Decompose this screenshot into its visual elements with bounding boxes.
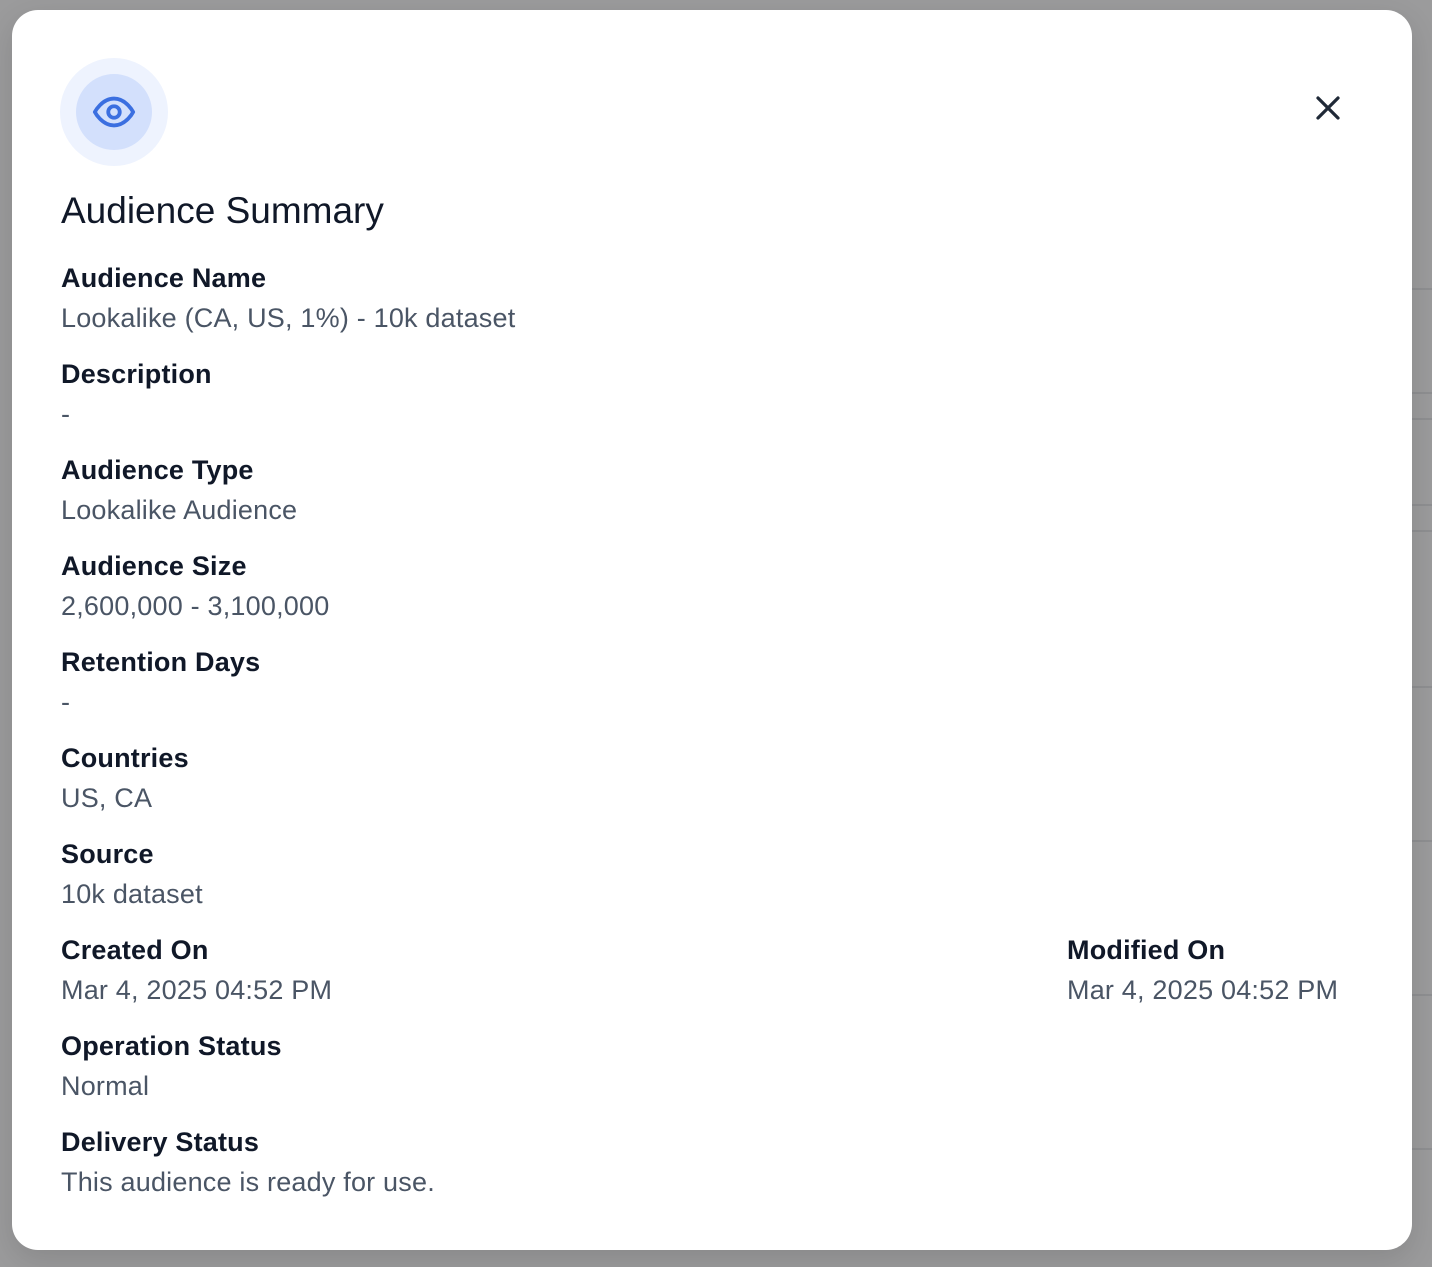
bg-divider xyxy=(1412,1148,1432,1150)
field-label: Description xyxy=(61,359,212,389)
field-retention-days: Retention Days - xyxy=(61,646,260,718)
bg-divider xyxy=(1412,686,1432,688)
field-value: US, CA xyxy=(61,783,153,813)
field-label: Audience Name xyxy=(61,263,267,293)
field-value: - xyxy=(61,687,71,717)
field-audience-size: Audience Size 2,600,000 - 3,100,000 xyxy=(61,550,329,622)
field-label: Delivery Status xyxy=(61,1127,260,1157)
bg-divider xyxy=(1412,994,1432,996)
field-value: - xyxy=(61,399,71,429)
close-button[interactable] xyxy=(1308,88,1348,128)
audience-summary-modal: Audience Summary Audience Name Lookalike… xyxy=(12,10,1412,1250)
field-label: Source xyxy=(61,839,154,869)
field-value: Normal xyxy=(61,1071,150,1101)
field-delivery-status: Delivery Status This audience is ready f… xyxy=(61,1126,435,1198)
field-label: Audience Size xyxy=(61,551,247,581)
field-created-on: Created On Mar 4, 2025 04:52 PM xyxy=(61,934,332,1006)
field-operation-status: Operation Status Normal xyxy=(61,1030,282,1102)
eye-icon xyxy=(92,96,136,128)
field-value: Lookalike Audience xyxy=(61,495,298,525)
field-source: Source 10k dataset xyxy=(61,838,203,910)
field-audience-type: Audience Type Lookalike Audience xyxy=(61,454,297,526)
field-value: Mar 4, 2025 04:52 PM xyxy=(1067,975,1339,1005)
bg-divider xyxy=(1412,530,1432,532)
field-label: Modified On xyxy=(1067,935,1226,965)
eye-icon-inner xyxy=(76,74,152,150)
bg-divider xyxy=(1412,504,1432,506)
field-value: 10k dataset xyxy=(61,879,203,909)
field-label: Countries xyxy=(61,743,189,773)
field-value: This audience is ready for use. xyxy=(61,1167,435,1197)
field-value: Lookalike (CA, US, 1%) - 10k dataset xyxy=(61,303,516,333)
field-description: Description - xyxy=(61,358,212,430)
field-value: 2,600,000 - 3,100,000 xyxy=(61,591,330,621)
bg-divider xyxy=(1412,392,1432,394)
bg-divider xyxy=(1412,840,1432,842)
field-audience-name: Audience Name Lookalike (CA, US, 1%) - 1… xyxy=(61,262,515,334)
close-icon xyxy=(1316,96,1340,120)
field-value: Mar 4, 2025 04:52 PM xyxy=(61,975,333,1005)
eye-icon-badge xyxy=(60,58,168,166)
field-label: Retention Days xyxy=(61,647,261,677)
field-countries: Countries US, CA xyxy=(61,742,189,814)
field-label: Operation Status xyxy=(61,1031,282,1061)
bg-divider xyxy=(1412,288,1432,290)
modal-title: Audience Summary xyxy=(61,190,384,231)
field-modified-on: Modified On Mar 4, 2025 04:52 PM xyxy=(1067,934,1338,1006)
bg-divider xyxy=(1412,418,1432,420)
field-label: Created On xyxy=(61,935,209,965)
field-label: Audience Type xyxy=(61,455,254,485)
